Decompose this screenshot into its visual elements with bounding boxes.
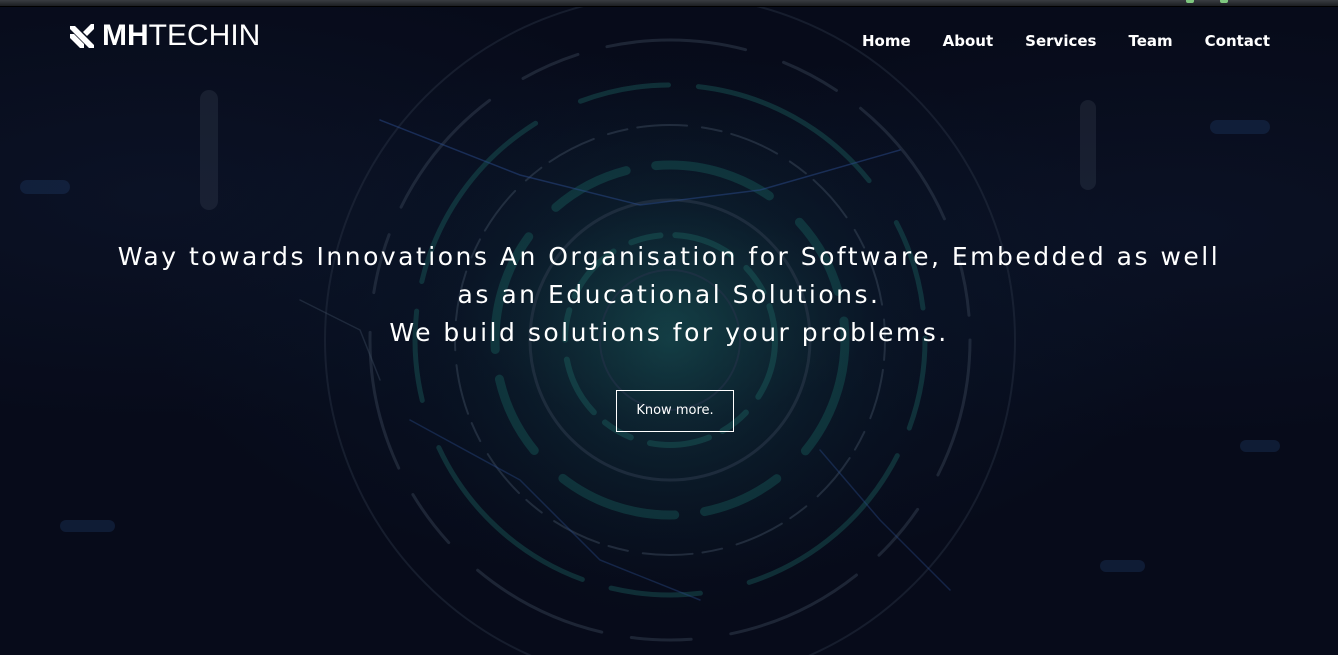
know-more-button[interactable]: Know more. [616, 390, 734, 432]
nav-contact[interactable]: Contact [1205, 31, 1270, 51]
nav-home[interactable]: Home [862, 31, 911, 51]
main-nav: Home About Services Team Contact [830, 31, 1270, 51]
indicator-dot [1220, 0, 1228, 3]
brand-name-thin: TECHIN [148, 19, 261, 52]
site-header: MHTECHIN Home About Services Team Contac… [0, 6, 1338, 76]
brand-name: MHTECHIN [102, 18, 260, 54]
hero-tagline-line-2: as an Educational Solutions. [457, 280, 881, 309]
brand-logo[interactable]: MHTECHIN [68, 18, 260, 54]
hero-text: Way towards Innovations An Organisation … [0, 238, 1338, 352]
nav-team[interactable]: Team [1128, 31, 1172, 51]
logo-mark-icon [70, 24, 94, 48]
nav-services[interactable]: Services [1025, 31, 1096, 51]
hero-tagline-line-3: We build solutions for your problems. [389, 318, 949, 347]
browser-top-strip [0, 0, 1338, 7]
hero-tagline-line-1: Way towards Innovations An Organisation … [117, 242, 1221, 271]
hero-page: MHTECHIN Home About Services Team Contac… [0, 0, 1338, 655]
brand-name-bold: MH [102, 19, 149, 52]
nav-about[interactable]: About [943, 31, 994, 51]
indicator-dot [1186, 0, 1194, 3]
